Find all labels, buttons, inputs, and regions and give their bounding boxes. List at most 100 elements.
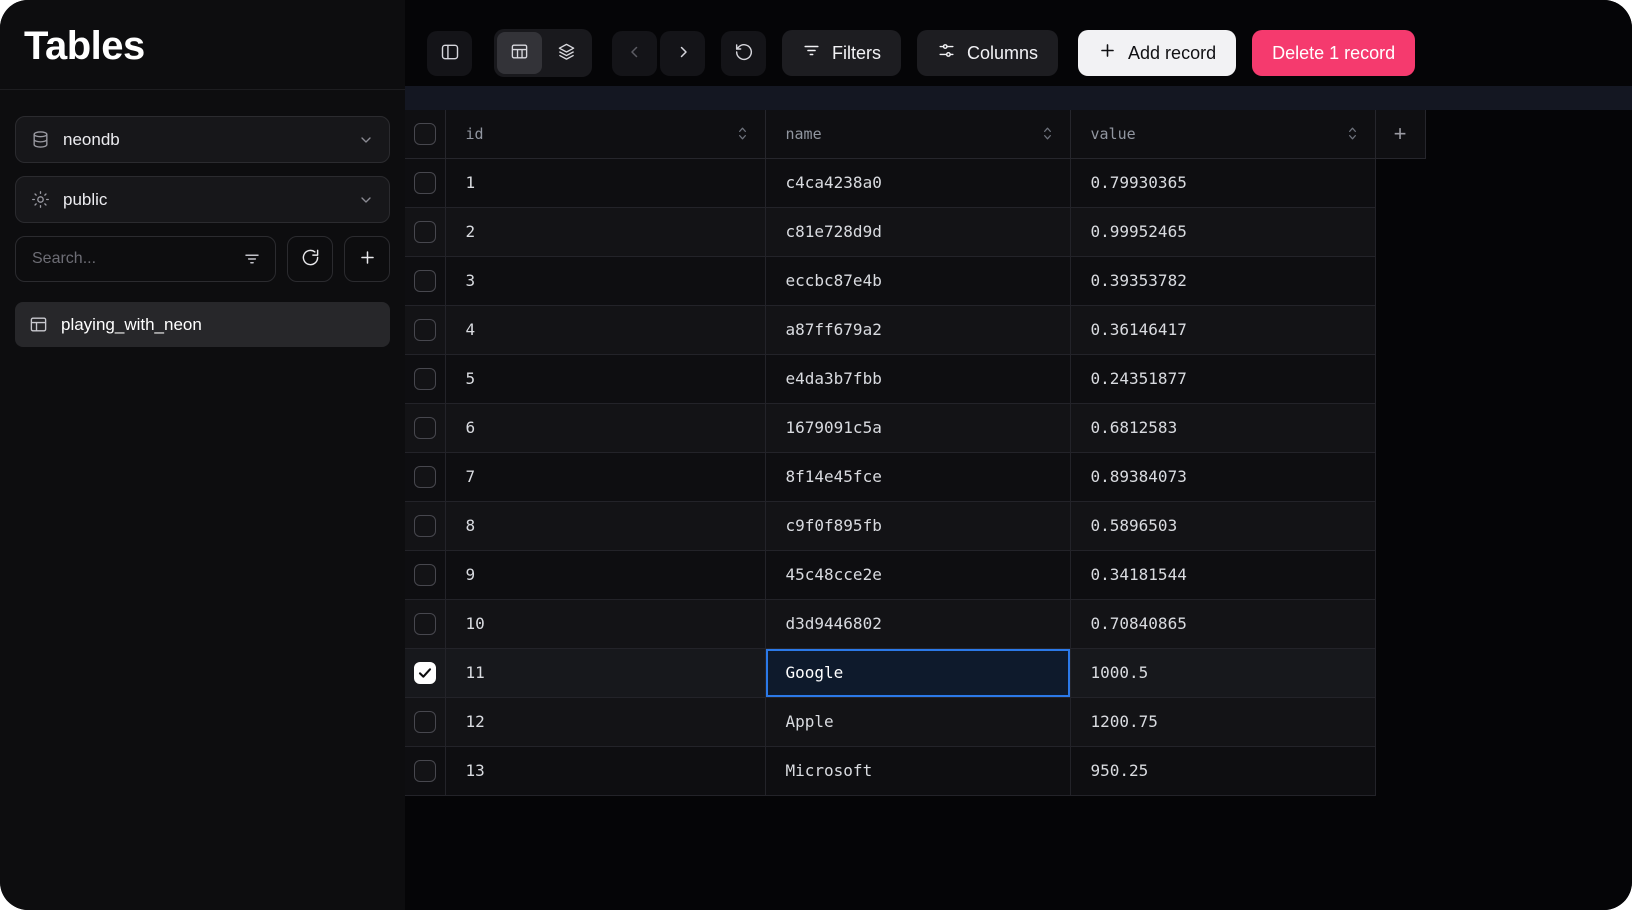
table-view-button[interactable] [497, 32, 542, 74]
add-record-button[interactable]: Add record [1078, 30, 1236, 76]
delete-record-button-label: Delete 1 record [1272, 43, 1395, 64]
table-view-icon [510, 42, 529, 64]
row-checkbox[interactable] [414, 515, 436, 537]
row-checkbox[interactable] [414, 760, 436, 782]
records-table: id name [405, 110, 1426, 796]
layers-view-button[interactable] [544, 32, 589, 74]
cell-value[interactable]: 1200.75 [1070, 697, 1375, 746]
row-spacer [1375, 550, 1425, 599]
cell-id[interactable]: 4 [445, 305, 765, 354]
cell-value[interactable]: 0.36146417 [1070, 305, 1375, 354]
row-checkbox[interactable] [414, 466, 436, 488]
cell-name[interactable]: e4da3b7fbb [765, 354, 1070, 403]
table-row: 11Google1000.5 [405, 648, 1425, 697]
row-checkbox[interactable] [414, 172, 436, 194]
cell-name[interactable]: a87ff679a2 [765, 305, 1070, 354]
filter-icon [802, 41, 821, 65]
cell-name[interactable]: 1679091c5a [765, 403, 1070, 452]
cell-id[interactable]: 3 [445, 256, 765, 305]
filters-button[interactable]: Filters [782, 30, 901, 76]
select-all-checkbox[interactable] [414, 123, 436, 145]
cell-value[interactable]: 0.34181544 [1070, 550, 1375, 599]
cell-name[interactable]: d3d9446802 [765, 599, 1070, 648]
cell-id[interactable]: 9 [445, 550, 765, 599]
search-input[interactable] [16, 237, 275, 281]
refresh-button[interactable] [287, 236, 333, 282]
row-checkbox[interactable] [414, 319, 436, 341]
columns-button[interactable]: Columns [917, 30, 1058, 76]
sort-icon[interactable] [734, 125, 751, 142]
schema-selector[interactable]: public [15, 176, 390, 223]
toggle-sidebar-button[interactable] [427, 31, 472, 76]
sort-icon[interactable] [1039, 125, 1056, 142]
row-checkbox[interactable] [414, 711, 436, 733]
sidebar: Tables neondb public [0, 0, 405, 910]
column-header-value[interactable]: value [1070, 110, 1375, 158]
row-checkbox[interactable] [414, 662, 436, 684]
cell-id[interactable]: 7 [445, 452, 765, 501]
delete-record-button[interactable]: Delete 1 record [1252, 30, 1415, 76]
cell-id[interactable]: 1 [445, 158, 765, 207]
cell-name[interactable]: 45c48cce2e [765, 550, 1070, 599]
add-column-button[interactable]: + [1375, 110, 1425, 158]
cell-name[interactable]: eccbc87e4b [765, 256, 1070, 305]
row-checkbox-cell [405, 599, 445, 648]
cell-id[interactable]: 5 [445, 354, 765, 403]
cell-value[interactable]: 0.79930365 [1070, 158, 1375, 207]
row-checkbox[interactable] [414, 613, 436, 635]
chevron-left-icon [626, 43, 644, 64]
sort-icon[interactable] [1344, 125, 1361, 142]
cell-id[interactable]: 12 [445, 697, 765, 746]
cell-id[interactable]: 10 [445, 599, 765, 648]
cell-value[interactable]: 0.39353782 [1070, 256, 1375, 305]
cell-value[interactable]: 950.25 [1070, 746, 1375, 795]
filter-icon[interactable] [243, 250, 261, 268]
cell-name[interactable]: 8f14e45fce [765, 452, 1070, 501]
column-header-name[interactable]: name [765, 110, 1070, 158]
row-spacer [1375, 648, 1425, 697]
cell-name[interactable]: Apple [765, 697, 1070, 746]
cell-value[interactable]: 1000.5 [1070, 648, 1375, 697]
row-checkbox[interactable] [414, 564, 436, 586]
cell-name[interactable]: c9f0f895fb [765, 501, 1070, 550]
cell-id[interactable]: 6 [445, 403, 765, 452]
plus-icon [358, 248, 377, 270]
new-table-button[interactable] [344, 236, 390, 282]
chevron-down-icon [358, 132, 374, 148]
row-checkbox[interactable] [414, 417, 436, 439]
cell-id[interactable]: 2 [445, 207, 765, 256]
row-spacer [1375, 599, 1425, 648]
cell-value[interactable]: 0.5896503 [1070, 501, 1375, 550]
prev-page-button[interactable] [612, 31, 657, 76]
cell-name[interactable]: c4ca4238a0 [765, 158, 1070, 207]
database-selector-label: neondb [63, 130, 345, 150]
database-icon [31, 130, 50, 149]
database-selector[interactable]: neondb [15, 116, 390, 163]
cell-id[interactable]: 13 [445, 746, 765, 795]
cell-name[interactable]: c81e728d9d [765, 207, 1070, 256]
table-item-label: playing_with_neon [61, 315, 202, 335]
sidebar-item-table[interactable]: playing_with_neon [15, 302, 390, 347]
cell-name[interactable]: Microsoft [765, 746, 1070, 795]
history-button[interactable] [721, 31, 766, 76]
table-row: 12Apple1200.75 [405, 697, 1425, 746]
row-checkbox[interactable] [414, 368, 436, 390]
column-header-id[interactable]: id [445, 110, 765, 158]
cell-value[interactable]: 0.6812583 [1070, 403, 1375, 452]
table-row: 3eccbc87e4b0.39353782 [405, 256, 1425, 305]
cell-id[interactable]: 8 [445, 501, 765, 550]
refresh-icon [301, 248, 320, 270]
next-page-button[interactable] [660, 31, 705, 76]
filters-button-label: Filters [832, 43, 881, 64]
table-row: 4a87ff679a20.36146417 [405, 305, 1425, 354]
cell-id[interactable]: 11 [445, 648, 765, 697]
cell-value[interactable]: 0.70840865 [1070, 599, 1375, 648]
cell-value[interactable]: 0.24351877 [1070, 354, 1375, 403]
cell-value[interactable]: 0.99952465 [1070, 207, 1375, 256]
row-spacer [1375, 746, 1425, 795]
cell-value[interactable]: 0.89384073 [1070, 452, 1375, 501]
row-checkbox-cell [405, 501, 445, 550]
cell-name[interactable]: Google [765, 648, 1070, 697]
row-checkbox[interactable] [414, 221, 436, 243]
row-checkbox[interactable] [414, 270, 436, 292]
